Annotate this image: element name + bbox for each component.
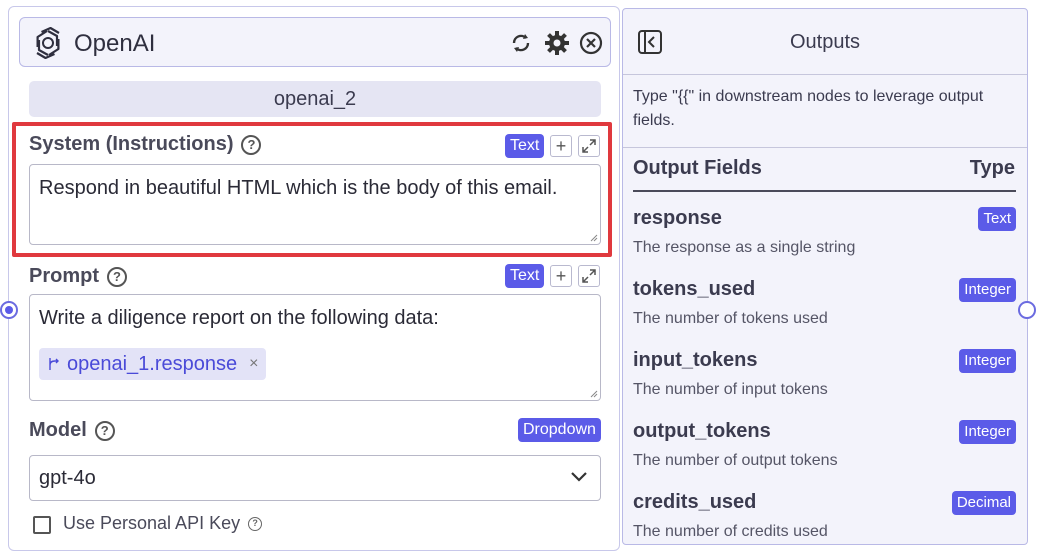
output-fields-header: Output Fields <box>633 157 762 179</box>
system-instructions-text: Respond in beautiful HTML which is the b… <box>39 177 558 199</box>
variable-chip-label: openai_1.response <box>67 353 238 375</box>
model-selected-value: gpt-4o <box>39 467 96 489</box>
outputs-description: Type "{{" in downstream nodes to leverag… <box>633 88 984 129</box>
help-icon[interactable]: ? <box>94 420 115 441</box>
chevron-down-icon <box>571 472 587 482</box>
personal-api-key-text: Use Personal API Key <box>63 513 241 533</box>
prompt-label-text: Prompt <box>29 265 99 287</box>
prompt-add-button[interactable]: + <box>550 265 572 287</box>
system-label: System (Instructions) ? <box>29 133 262 156</box>
personal-api-key-checkbox[interactable] <box>33 516 51 534</box>
system-add-button[interactable]: + <box>550 135 572 157</box>
outputs-header: Outputs <box>623 9 1027 75</box>
variable-chip[interactable]: openai_1.response × <box>39 348 267 380</box>
header-rule <box>633 190 1016 192</box>
field-name: response <box>633 207 722 229</box>
help-icon[interactable]: ? <box>248 516 263 531</box>
input-port[interactable] <box>0 301 18 319</box>
model-label: Model ? <box>29 419 115 442</box>
field-type-badge: Integer <box>959 349 1016 373</box>
system-label-text: System (Instructions) <box>29 133 234 155</box>
node-name-field[interactable]: openai_2 <box>29 81 601 117</box>
gear-icon[interactable] <box>544 30 570 56</box>
node-header: OpenAI <box>19 17 611 67</box>
outputs-panel: Outputs Type "{{" in downstream nodes to… <box>622 8 1028 545</box>
output-field-output-tokens: output_tokens Integer The number of outp… <box>633 420 1016 480</box>
outputs-title: Outputs <box>789 31 861 53</box>
output-port[interactable] <box>1018 301 1036 319</box>
field-description: The response as a single string <box>633 239 856 256</box>
field-type-badge: Integer <box>959 420 1016 444</box>
close-circle-icon[interactable] <box>578 30 604 56</box>
output-field-response: response Text The response as a single s… <box>633 207 1016 267</box>
field-description: The number of input tokens <box>633 381 828 398</box>
field-name: tokens_used <box>633 278 756 300</box>
expand-icon <box>582 269 596 283</box>
model-select[interactable]: gpt-4o <box>29 455 601 501</box>
prompt-input[interactable]: Write a diligence report on the followin… <box>29 294 601 401</box>
system-instructions-input[interactable]: Respond in beautiful HTML which is the b… <box>29 164 601 245</box>
resize-handle-icon[interactable] <box>588 232 598 242</box>
field-type-badge: Integer <box>959 278 1016 302</box>
prompt-expand-button[interactable] <box>578 265 600 287</box>
refresh-icon[interactable] <box>508 30 534 56</box>
help-icon[interactable]: ? <box>241 134 262 155</box>
field-description: The number of credits used <box>633 523 828 540</box>
system-expand-button[interactable] <box>578 135 600 157</box>
field-name: output_tokens <box>633 420 771 442</box>
prompt-type-badge: Text <box>505 264 545 288</box>
field-type-badge: Decimal <box>951 491 1016 515</box>
field-name: credits_used <box>633 491 757 513</box>
openai-node: OpenAI openai_2 System (Instructions) ? … <box>8 6 620 551</box>
openai-logo-icon <box>36 27 60 59</box>
type-header: Type <box>969 157 1015 179</box>
expand-icon <box>582 139 596 153</box>
output-field-credits-used: credits_used Decimal The number of credi… <box>633 491 1016 544</box>
system-type-badge: Text <box>505 134 545 158</box>
model-label-text: Model <box>29 419 87 441</box>
branch-icon <box>49 358 59 370</box>
divider <box>623 147 1027 148</box>
output-field-tokens-used: tokens_used Integer The number of tokens… <box>633 278 1016 338</box>
field-description: The number of output tokens <box>633 452 838 469</box>
help-icon[interactable]: ? <box>107 266 127 287</box>
personal-api-key-label: Use Personal API Key ? <box>63 513 263 534</box>
node-title: OpenAI <box>74 30 156 57</box>
remove-chip-icon[interactable]: × <box>249 350 258 378</box>
prompt-text: Write a diligence report on the followin… <box>39 307 439 329</box>
output-field-input-tokens: input_tokens Integer The number of input… <box>633 349 1016 409</box>
prompt-label: Prompt ? <box>29 265 127 288</box>
resize-handle-icon[interactable] <box>588 388 598 398</box>
field-description: The number of tokens used <box>633 310 828 327</box>
field-type-badge: Text <box>978 207 1016 231</box>
model-type-badge: Dropdown <box>518 418 601 442</box>
field-name: input_tokens <box>633 349 758 371</box>
